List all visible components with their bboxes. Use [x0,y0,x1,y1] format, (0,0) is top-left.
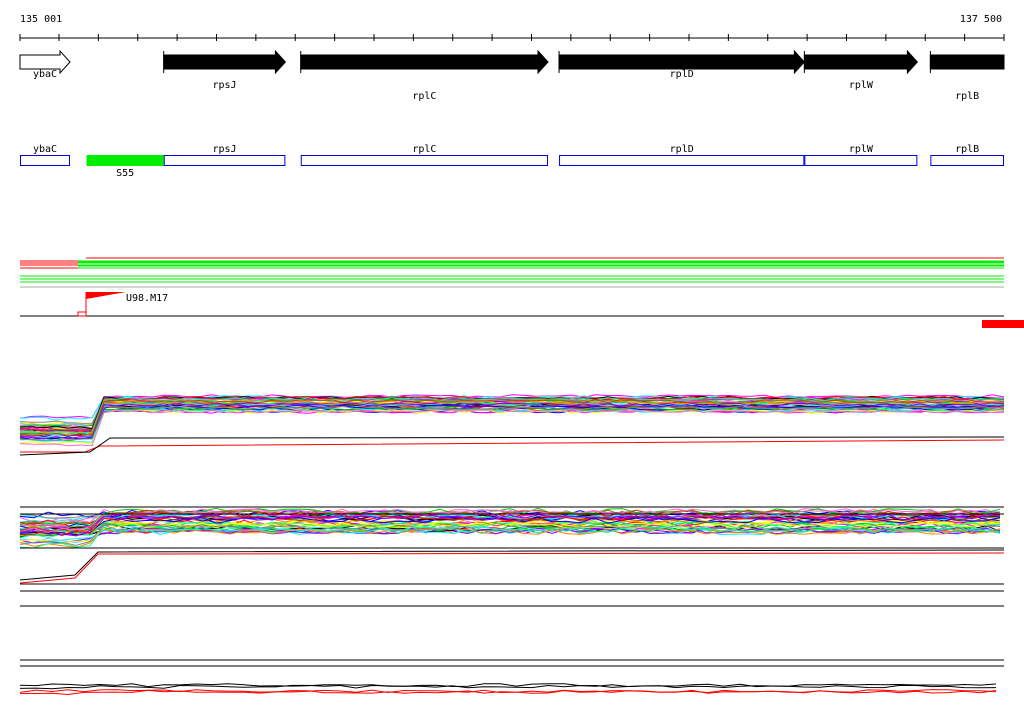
gene-rplC[interactable]: rplC [300,49,549,102]
offscreen-marker[interactable] [982,320,1024,328]
ruler-end-label: 137 500 [960,14,1002,25]
peak-track: U98.M17 [20,292,1024,328]
coverage-line [19,409,1005,447]
gene-arrow[interactable] [929,54,1005,70]
gene-label: rplB [955,91,979,102]
bottom-line [19,684,997,690]
feature-box-rplD[interactable] [559,155,805,166]
feature-box-rplW[interactable] [804,155,918,166]
gene-rplB[interactable]: rplB [929,51,1005,102]
peak-step [77,311,87,317]
feature-label: ybaC [33,144,57,155]
feature-label: rplC [412,144,436,155]
feature-label: rplW [849,144,874,155]
highlight-label: S55 [116,168,134,179]
gene-rplD[interactable]: rplD [558,49,806,80]
signal-line [19,552,1005,584]
feature-track: S55 ybaC rpsJ rplC rplD rplW rplB [20,144,1005,179]
feature-box-rplB[interactable] [930,155,1005,166]
genome-browser-view: 135 001 137 500 ybaC rpsJ rplC rplD rplW rplB… [19,14,1024,696]
coverage-line [20,439,1005,453]
gene-label: rplW [849,80,874,91]
feature-box-rplC[interactable] [300,155,549,166]
feature-box-rpsJ[interactable] [163,155,286,166]
feature-label: rplB [955,144,979,155]
gene-label: rpsJ [213,80,237,91]
gene-label: ybaC [33,69,57,80]
gene-track: ybaC rpsJ rplC rplD rplW rplB [19,49,1005,102]
highlight-region[interactable] [86,155,164,166]
alignment-lines-track [20,257,1004,288]
signal-plots [19,394,1005,696]
ruler-start-label: 135 001 [20,14,62,25]
coverage-line [19,409,1005,445]
coverage-line [19,408,1005,438]
gene-ybaC[interactable]: ybaC [19,49,71,80]
gene-label: rplC [412,91,436,102]
signal-line [19,525,1000,544]
gene-rplW[interactable]: rplW [803,49,919,91]
feature-label: rpsJ [213,144,237,155]
coverage-line [19,409,1005,440]
signal-line [19,549,1005,581]
feature-label: rplD [670,144,694,155]
gene-arrow[interactable] [803,49,919,75]
gene-arrow[interactable] [163,49,287,75]
gene-arrow[interactable] [300,49,549,75]
peak-label: U98.M17 [126,293,168,304]
peak-flag[interactable] [86,292,126,299]
coverage-line [19,409,1004,435]
coordinate-ruler: 135 001 137 500 [19,14,1005,41]
gene-label: rplD [670,69,694,80]
gene-rpsJ[interactable]: rpsJ [163,49,287,91]
feature-box-ybaC[interactable] [20,155,71,166]
